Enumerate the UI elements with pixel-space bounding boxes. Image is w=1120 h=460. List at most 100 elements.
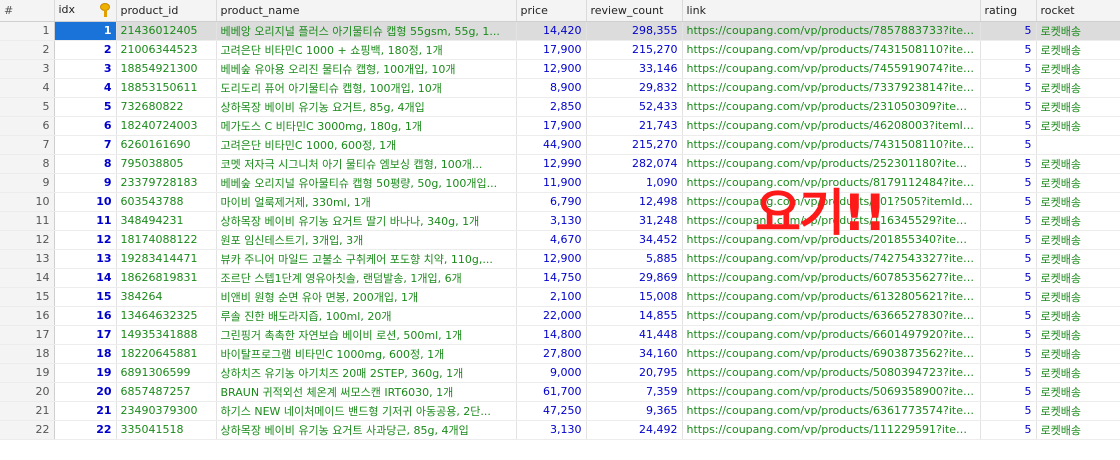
row-number-cell[interactable]: 3 <box>0 59 55 79</box>
col-header-idx[interactable]: idx <box>54 0 117 22</box>
review-count-cell[interactable]: 15,008 <box>586 287 683 307</box>
rocket-cell[interactable]: 로켓배송 <box>1036 287 1120 307</box>
price-cell[interactable]: 12,900 <box>516 59 587 79</box>
price-cell[interactable]: 6,790 <box>516 192 587 212</box>
rating-cell[interactable]: 5 <box>980 382 1037 402</box>
table-row[interactable]: 3 3 18854921300 베베숲 유아용 오리진 물티슈 캡형, 100개입, … <box>0 59 1120 79</box>
product-id-cell[interactable]: 732680822 <box>116 97 217 117</box>
idx-cell[interactable]: 20 <box>54 382 117 402</box>
table-row[interactable]: 10 10 603543788 마이비 얼룩제거제, 330ml, 1개 6,790 12… <box>0 192 1120 212</box>
product-id-cell[interactable]: 603543788 <box>116 192 217 212</box>
table-row[interactable]: 12 12 18174088122 원포 임신테스트기, 3개입, 3개 4,670 34… <box>0 230 1120 250</box>
price-cell[interactable]: 22,000 <box>516 306 587 326</box>
product-name-cell[interactable]: 상하목장 베이비 유기농 요거트, 85g, 4개입 <box>216 97 517 117</box>
product-name-cell[interactable]: 조르단 스텝1단계 영유아칫솔, 랜덤발송, 1개입, 6개 <box>216 268 517 288</box>
review-count-cell[interactable]: 298,355 <box>586 21 683 41</box>
row-number-cell[interactable]: 12 <box>0 230 55 250</box>
product-name-cell[interactable]: 베베숲 오리지널 유아물티슈 캡형 50평량, 50g, 100개입... <box>216 173 517 193</box>
idx-cell[interactable]: 1 <box>54 21 117 41</box>
rocket-cell[interactable]: 로켓배송 <box>1036 173 1120 193</box>
link-cell[interactable]: https://coupang.com/vp/products/25230118… <box>682 154 981 174</box>
rating-cell[interactable]: 5 <box>980 401 1037 421</box>
rocket-cell[interactable]: 로켓배송 <box>1036 154 1120 174</box>
table-row[interactable]: 13 13 19283414471 뷰카 주니어 마일드 고불소 구취케어 포도향 치… <box>0 249 1120 269</box>
link-cell[interactable]: https://coupang.com/vp/products/63617735… <box>682 401 981 421</box>
product-id-cell[interactable]: 13464632325 <box>116 306 217 326</box>
price-cell[interactable]: 2,850 <box>516 97 587 117</box>
idx-cell[interactable]: 18 <box>54 344 117 364</box>
row-number-cell[interactable]: 22 <box>0 420 55 440</box>
review-count-cell[interactable]: 215,270 <box>586 40 683 60</box>
link-cell[interactable]: https://coupang.com/vp/products/201?505?… <box>682 192 981 212</box>
table-row[interactable]: 16 16 13464632325 루솔 진한 배도라지즙, 100ml, 20개 22… <box>0 306 1120 326</box>
link-cell[interactable]: https://coupang.com/vp/products/46208003… <box>682 116 981 136</box>
rocket-cell[interactable]: 로켓배송 <box>1036 40 1120 60</box>
product-name-cell[interactable]: 메가도스 C 비타민C 3000mg, 180g, 1개 <box>216 116 517 136</box>
review-count-cell[interactable]: 215,270 <box>586 135 683 155</box>
rating-cell[interactable]: 5 <box>980 230 1037 250</box>
review-count-cell[interactable]: 14,855 <box>586 306 683 326</box>
product-id-cell[interactable]: 23379728183 <box>116 173 217 193</box>
table-row[interactable]: 4 4 18853150611 도리도리 퓨어 아기물티슈 캡형, 100개입, 10… <box>0 78 1120 98</box>
row-number-cell[interactable]: 17 <box>0 325 55 345</box>
review-count-cell[interactable]: 34,160 <box>586 344 683 364</box>
rocket-cell[interactable]: 로켓배송 <box>1036 325 1120 345</box>
rating-cell[interactable]: 5 <box>980 116 1037 136</box>
price-cell[interactable]: 44,900 <box>516 135 587 155</box>
rating-cell[interactable]: 5 <box>980 287 1037 307</box>
product-name-cell[interactable]: BRAUN 귀적외선 체온계 써모스캔 IRT6030, 1개 <box>216 382 517 402</box>
idx-cell[interactable]: 6 <box>54 116 117 136</box>
row-number-cell[interactable]: 21 <box>0 401 55 421</box>
link-cell[interactable]: https://coupang.com/vp/products/74315081… <box>682 135 981 155</box>
link-cell[interactable]: https://coupang.com/vp/products/73379238… <box>682 78 981 98</box>
review-count-cell[interactable]: 29,832 <box>586 78 683 98</box>
link-cell[interactable]: https://coupang.com/vp/products/61328056… <box>682 287 981 307</box>
idx-cell[interactable]: 19 <box>54 363 117 383</box>
product-name-cell[interactable]: 도리도리 퓨어 아기물티슈 캡형, 100개입, 10개 <box>216 78 517 98</box>
rating-cell[interactable]: 5 <box>980 344 1037 364</box>
review-count-cell[interactable]: 41,448 <box>586 325 683 345</box>
link-cell[interactable]: https://coupang.com/vp/products/66014979… <box>682 325 981 345</box>
row-number-cell[interactable]: 9 <box>0 173 55 193</box>
table-row[interactable]: 11 11 348494231 상하목장 베이비 유기농 요거트 딸기 바나나, 34… <box>0 211 1120 231</box>
row-number-cell[interactable]: 5 <box>0 97 55 117</box>
review-count-cell[interactable]: 20,795 <box>586 363 683 383</box>
rating-cell[interactable]: 5 <box>980 78 1037 98</box>
product-id-cell[interactable]: 18174088122 <box>116 230 217 250</box>
table-row[interactable]: 6 6 18240724003 메가도스 C 비타민C 3000mg, 180g, 1… <box>0 116 1120 136</box>
rating-cell[interactable]: 5 <box>980 325 1037 345</box>
rocket-cell[interactable]: 로켓배송 <box>1036 192 1120 212</box>
idx-cell[interactable]: 10 <box>54 192 117 212</box>
review-count-cell[interactable]: 31,248 <box>586 211 683 231</box>
col-header-rownum[interactable]: # <box>0 0 55 22</box>
table-row[interactable]: 9 9 23379728183 베베숲 오리지널 유아물티슈 캡형 50평량, 50g… <box>0 173 1120 193</box>
idx-cell[interactable]: 3 <box>54 59 117 79</box>
rocket-cell[interactable]: 로켓배송 <box>1036 116 1120 136</box>
idx-cell[interactable]: 17 <box>54 325 117 345</box>
table-row[interactable]: 19 19 6891306599 상하치즈 유기농 아기치즈 20매 2STEP, 3… <box>0 363 1120 383</box>
table-row[interactable]: 2 2 21006344523 고려은단 비타민C 1000 + 쇼핑백, 180정,… <box>0 40 1120 60</box>
review-count-cell[interactable]: 7,359 <box>586 382 683 402</box>
row-number-cell[interactable]: 4 <box>0 78 55 98</box>
idx-cell[interactable]: 5 <box>54 97 117 117</box>
price-cell[interactable]: 4,670 <box>516 230 587 250</box>
link-cell[interactable]: https://coupang.com/vp/products/11634552… <box>682 211 981 231</box>
link-cell[interactable]: https://coupang.com/vp/products/69038735… <box>682 344 981 364</box>
table-row[interactable]: 1 1 21436012405 베베앙 오리지널 플러스 아기물티슈 캡형 55gsm… <box>0 21 1120 41</box>
row-number-cell[interactable]: 8 <box>0 154 55 174</box>
table-row[interactable]: 14 14 18626819831 조르단 스텝1단계 영유아칫솔, 랜덤발송, 1개… <box>0 268 1120 288</box>
rating-cell[interactable]: 5 <box>980 363 1037 383</box>
product-id-cell[interactable]: 348494231 <box>116 211 217 231</box>
review-count-cell[interactable]: 29,869 <box>586 268 683 288</box>
rocket-cell[interactable]: 로켓배송 <box>1036 420 1120 440</box>
rocket-cell[interactable]: 로켓배송 <box>1036 211 1120 231</box>
idx-cell[interactable]: 11 <box>54 211 117 231</box>
table-row[interactable]: 20 20 6857487257 BRAUN 귀적외선 체온계 써모스캔 IRT603… <box>0 382 1120 402</box>
link-cell[interactable]: https://coupang.com/vp/products/74275433… <box>682 249 981 269</box>
link-cell[interactable]: https://coupang.com/vp/products/60785356… <box>682 268 981 288</box>
col-header-product-id[interactable]: product_id <box>116 0 217 22</box>
row-number-cell[interactable]: 15 <box>0 287 55 307</box>
review-count-cell[interactable]: 24,492 <box>586 420 683 440</box>
row-number-cell[interactable]: 1 <box>0 21 55 41</box>
rating-cell[interactable]: 5 <box>980 135 1037 155</box>
